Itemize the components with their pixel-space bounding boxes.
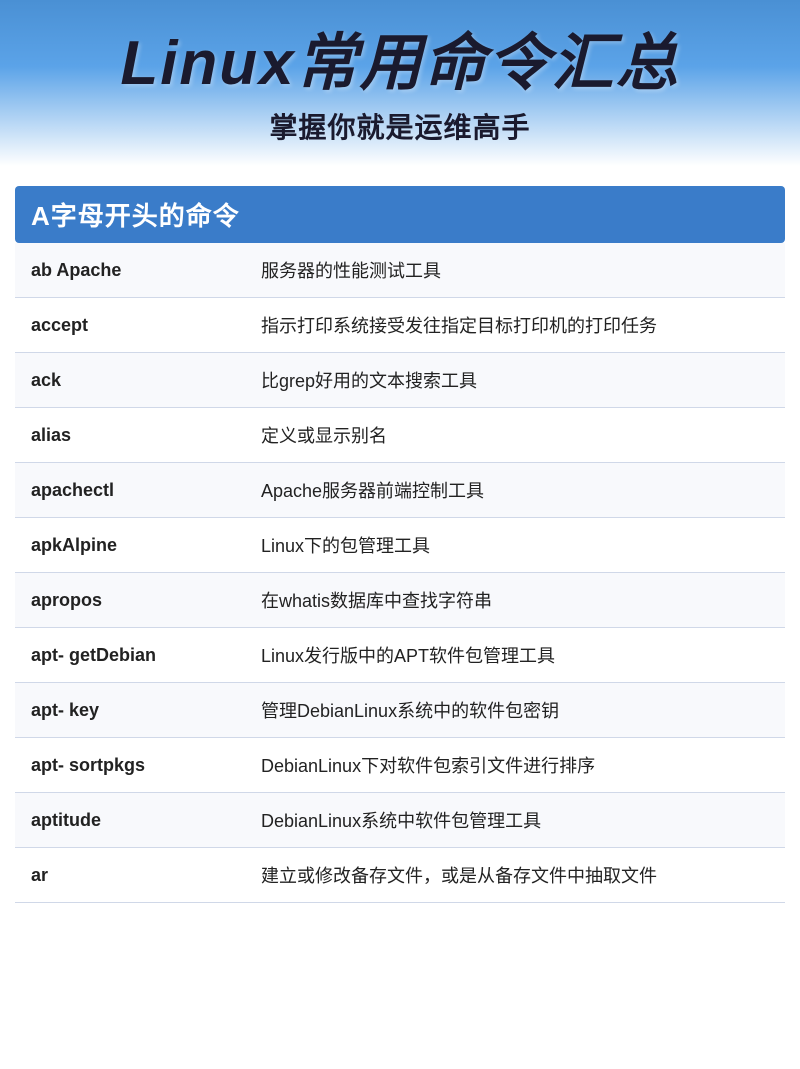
- table-row: apachectlApache服务器前端控制工具: [15, 463, 785, 518]
- commands-table: ab Apache服务器的性能测试工具accept指示打印系统接受发往指定目标打…: [15, 243, 785, 903]
- command-desc: Linux下的包管理工具: [245, 518, 785, 573]
- command-desc: 建立或修改备存文件，或是从备存文件中抽取文件: [245, 848, 785, 903]
- table-row: apt- sortpkgsDebianLinux下对软件包索引文件进行排序: [15, 738, 785, 793]
- command-desc: 指示打印系统接受发往指定目标打印机的打印任务: [245, 298, 785, 353]
- table-row: alias定义或显示别名: [15, 408, 785, 463]
- table-row: accept指示打印系统接受发往指定目标打印机的打印任务: [15, 298, 785, 353]
- command-name: ack: [15, 353, 245, 408]
- command-name: ar: [15, 848, 245, 903]
- table-row: apt- key管理DebianLinux系统中的软件包密钥: [15, 683, 785, 738]
- table-row: ar建立或修改备存文件，或是从备存文件中抽取文件: [15, 848, 785, 903]
- command-name: ab Apache: [15, 243, 245, 298]
- table-row: apropos在whatis数据库中查找字符串: [15, 573, 785, 628]
- table-wrapper: ab Apache服务器的性能测试工具accept指示打印系统接受发往指定目标打…: [0, 243, 800, 903]
- command-name: apt- getDebian: [15, 628, 245, 683]
- command-desc: DebianLinux系统中软件包管理工具: [245, 793, 785, 848]
- command-name: apt- sortpkgs: [15, 738, 245, 793]
- table-row: aptitudeDebianLinux系统中软件包管理工具: [15, 793, 785, 848]
- command-name: aptitude: [15, 793, 245, 848]
- command-desc: 比grep好用的文本搜索工具: [245, 353, 785, 408]
- command-desc: Linux发行版中的APT软件包管理工具: [245, 628, 785, 683]
- command-desc: 定义或显示别名: [245, 408, 785, 463]
- command-desc: Apache服务器前端控制工具: [245, 463, 785, 518]
- command-desc: DebianLinux下对软件包索引文件进行排序: [245, 738, 785, 793]
- table-row: ack比grep好用的文本搜索工具: [15, 353, 785, 408]
- command-desc: 服务器的性能测试工具: [245, 243, 785, 298]
- main-title: Linux常用命令汇总: [20, 30, 780, 98]
- table-row: apkAlpineLinux下的包管理工具: [15, 518, 785, 573]
- table-row: apt- getDebianLinux发行版中的APT软件包管理工具: [15, 628, 785, 683]
- table-row: ab Apache服务器的性能测试工具: [15, 243, 785, 298]
- section-header-text: A字母开头的命令: [31, 201, 240, 231]
- command-name: apachectl: [15, 463, 245, 518]
- command-desc: 管理DebianLinux系统中的软件包密钥: [245, 683, 785, 738]
- page-container: Linux常用命令汇总 掌握你就是运维高手 A字母开头的命令 ab Apache…: [0, 0, 800, 1069]
- command-desc: 在whatis数据库中查找字符串: [245, 573, 785, 628]
- command-name: apt- key: [15, 683, 245, 738]
- command-name: accept: [15, 298, 245, 353]
- command-name: apkAlpine: [15, 518, 245, 573]
- command-name: apropos: [15, 573, 245, 628]
- header-section: Linux常用命令汇总 掌握你就是运维高手: [0, 0, 800, 166]
- section-header: A字母开头的命令: [15, 186, 785, 243]
- command-name: alias: [15, 408, 245, 463]
- subtitle: 掌握你就是运维高手: [20, 106, 780, 146]
